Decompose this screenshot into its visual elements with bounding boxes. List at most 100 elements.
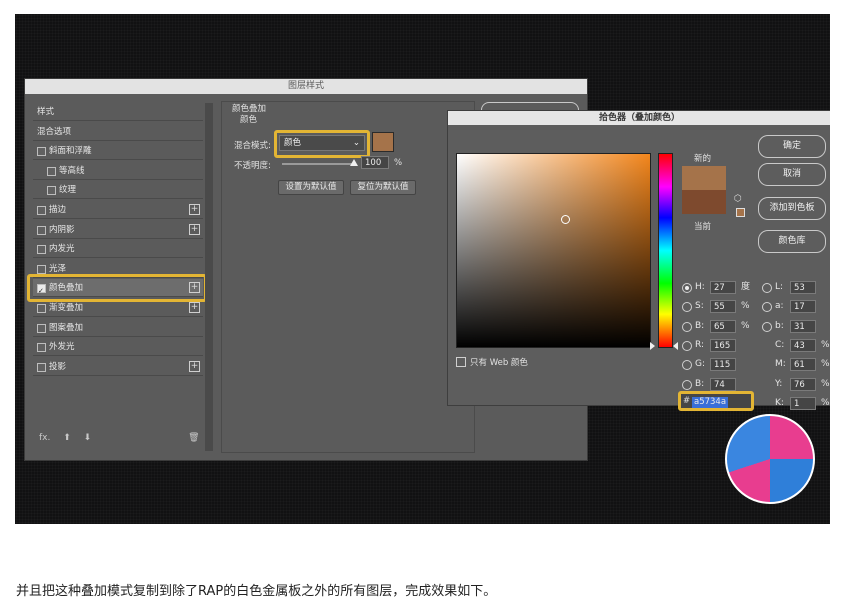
color-mode-radio[interactable] <box>682 340 692 351</box>
style-item-checkbox[interactable] <box>37 264 46 274</box>
style-item[interactable]: 渐变叠加 + <box>33 299 203 317</box>
blend-mode-select[interactable]: 颜色 ⌄ <box>279 135 365 151</box>
style-item-checkbox[interactable] <box>37 343 46 353</box>
color-field-picker[interactable] <box>561 215 570 224</box>
style-item-checkbox[interactable] <box>37 225 46 235</box>
color-value-input[interactable]: 1 <box>790 396 816 410</box>
color-value-label: B: <box>695 320 705 331</box>
move-up-icon[interactable]: ⬆ <box>63 433 71 443</box>
style-item[interactable]: 样式 <box>33 103 203 121</box>
color-mode-radio[interactable] <box>762 321 772 332</box>
fx-button[interactable]: fx. <box>39 433 50 443</box>
style-item[interactable]: 内发光 <box>33 240 203 259</box>
color-value-input[interactable]: 43 <box>790 338 816 352</box>
style-item[interactable]: 图案叠加 <box>33 319 203 337</box>
style-item[interactable]: 投影 + <box>33 358 203 376</box>
chevron-down-icon: ⌄ <box>352 138 360 148</box>
style-item-checkbox[interactable] <box>37 304 46 313</box>
color-value-input[interactable]: 53 <box>790 281 816 294</box>
color-value-row: B: 65% <box>682 319 762 335</box>
style-item[interactable]: 等高线 <box>33 162 203 180</box>
style-item-label: 混合选项 <box>37 126 72 137</box>
blend-mode-value: 颜色 <box>284 138 302 148</box>
color-value-input[interactable]: 27 <box>710 281 736 294</box>
overlay-color-swatch[interactable] <box>372 132 394 152</box>
style-item-label: 内阴影 <box>49 224 75 235</box>
add-effect-icon[interactable]: + <box>189 223 200 235</box>
color-value-label: K: <box>775 397 784 408</box>
hue-right-arrow-icon <box>673 342 678 350</box>
color-mode-radio[interactable] <box>682 379 692 390</box>
color-libraries-button[interactable]: 颜色库 <box>758 230 826 253</box>
hex-input[interactable]: a5734a <box>692 397 729 408</box>
style-item[interactable]: 描边 + <box>33 201 203 219</box>
color-value-row: a: 17 <box>762 300 830 315</box>
ok-button[interactable]: 确定 <box>758 135 826 158</box>
hex-symbol: # <box>683 396 691 406</box>
style-item[interactable]: 内阴影 + <box>33 221 203 239</box>
opacity-slider[interactable] <box>282 159 358 166</box>
web-safe-swatch[interactable] <box>736 208 745 217</box>
style-item[interactable]: 斜面和浮雕 <box>33 142 203 161</box>
style-item-checkbox[interactable] <box>37 206 46 215</box>
color-picker-title: 拾色器（叠加颜色） <box>448 111 830 125</box>
color-mode-radio[interactable] <box>682 283 692 293</box>
style-item[interactable]: 颜色叠加+ <box>27 274 207 303</box>
color-value-input[interactable]: 17 <box>790 300 816 314</box>
cancel-button[interactable]: 取消 <box>758 163 826 186</box>
web-only-checkbox[interactable] <box>456 357 466 367</box>
opacity-slider-thumb[interactable] <box>350 159 358 166</box>
style-item-checkbox[interactable] <box>37 323 46 333</box>
style-item[interactable]: 外发光 <box>33 338 203 357</box>
style-item-checkbox[interactable] <box>47 186 56 196</box>
move-down-icon[interactable]: ⬇ <box>84 433 92 443</box>
color-value-label: C: <box>775 339 785 350</box>
color-value-input[interactable]: 76 <box>790 377 816 391</box>
style-item-checkbox[interactable] <box>37 245 46 255</box>
color-value-input[interactable]: 55 <box>710 300 736 314</box>
color-mode-radio[interactable] <box>762 302 772 313</box>
style-item-checkbox[interactable] <box>47 166 56 176</box>
color-mode-radio[interactable] <box>682 360 692 371</box>
opacity-input[interactable]: 100 <box>361 156 389 169</box>
color-value-unit: % <box>741 301 750 312</box>
color-mode-radio[interactable] <box>682 302 692 313</box>
style-item[interactable]: 混合选项 <box>33 123 203 141</box>
color-value-row: b: 31 <box>762 319 830 335</box>
color-value-row: G: 115 <box>682 358 762 373</box>
style-item-checkbox[interactable] <box>37 362 46 372</box>
color-mode-radio[interactable] <box>762 283 772 293</box>
style-item[interactable]: 纹理 <box>33 181 203 200</box>
add-effect-icon[interactable]: + <box>189 302 200 313</box>
color-field[interactable] <box>456 153 651 348</box>
reset-default-button[interactable]: 复位为默认值 <box>350 180 416 195</box>
add-effect-icon[interactable]: + <box>189 360 200 372</box>
web-only-label: 只有 Web 颜色 <box>470 358 528 368</box>
color-value-input[interactable]: 165 <box>710 338 736 352</box>
color-value-input[interactable]: 65 <box>710 319 736 333</box>
color-value-input[interactable]: 74 <box>710 377 736 391</box>
current-color-swatch[interactable] <box>682 190 726 214</box>
color-value-input[interactable]: 115 <box>710 358 736 372</box>
hue-slider[interactable] <box>658 153 673 348</box>
color-value-input[interactable]: 31 <box>790 319 816 333</box>
style-list-scrollbar[interactable] <box>205 103 213 451</box>
color-value-row: H: 27 度 <box>682 281 762 296</box>
color-value-unit: % <box>821 397 830 408</box>
add-effect-icon[interactable]: + <box>189 204 200 215</box>
add-to-swatches-button[interactable]: 添加到色板 <box>758 197 826 220</box>
color-value-row: Y: 76% <box>762 377 830 393</box>
color-value-label: S: <box>695 301 704 312</box>
color-value-label: H: <box>695 282 705 292</box>
cube-icon[interactable]: ⬡ <box>734 194 742 204</box>
style-item-label: 样式 <box>37 107 55 117</box>
color-mode-radio[interactable] <box>682 321 692 332</box>
style-item-checkbox[interactable] <box>37 147 46 157</box>
style-item-label: 渐变叠加 <box>49 303 84 313</box>
new-color-swatch <box>682 166 726 190</box>
color-value-input[interactable]: 61 <box>790 358 816 372</box>
set-default-button[interactable]: 设置为默认值 <box>278 180 344 195</box>
trash-icon[interactable]: 🗑 <box>188 433 199 443</box>
style-item-label: 投影 <box>49 361 67 372</box>
style-item-label: 图案叠加 <box>49 322 84 333</box>
